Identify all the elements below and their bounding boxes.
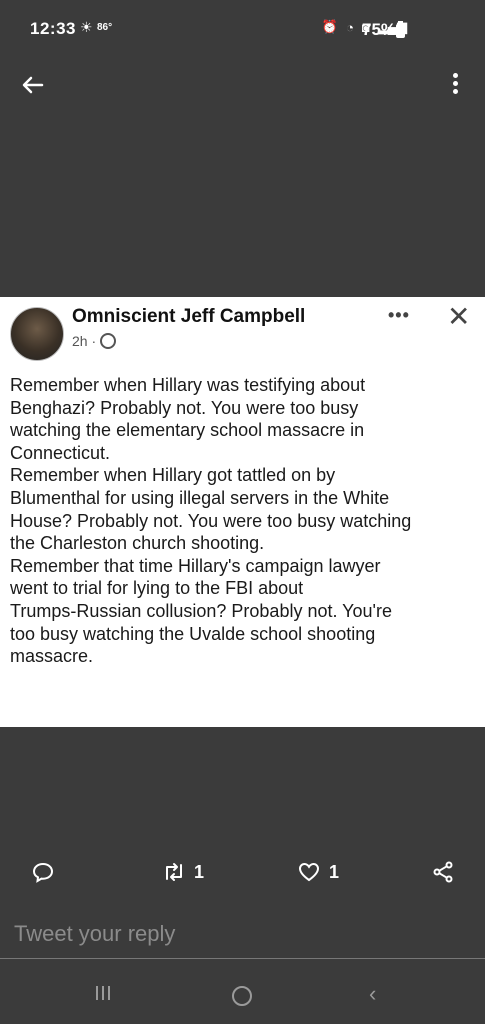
wifi-icon: ◔: [346, 19, 354, 35]
post-body: Remember when Hillary was testifying abo…: [10, 374, 475, 668]
reply-input[interactable]: Tweet your reply: [0, 912, 485, 959]
back-arrow-icon[interactable]: [18, 70, 48, 100]
close-icon: ✕: [447, 301, 471, 332]
back-button[interactable]: ‹: [369, 981, 376, 1007]
status-time: 12:33: [30, 19, 76, 38]
reply-placeholder: Tweet your reply: [14, 921, 176, 946]
tweet-actions: 1 1: [0, 860, 485, 892]
alarm-icon: ⏰: [321, 19, 339, 34]
post-line: Benghazi? Probably not. You were too bus…: [10, 397, 359, 418]
post-meta: 2h ·: [72, 333, 117, 349]
more-options-icon[interactable]: [445, 70, 465, 100]
horizontal-dots-icon: •••: [388, 305, 410, 325]
retweet-icon: [166, 863, 182, 881]
globe-icon: [100, 333, 117, 349]
status-temperature: 86°: [97, 22, 113, 33]
post-line: Remember that time Hillary's campaign la…: [10, 555, 381, 576]
reply-button[interactable]: [31, 860, 55, 884]
post-line: the Charleston church shooting.: [10, 533, 265, 554]
post-time: 2h ·: [72, 333, 97, 349]
share-button[interactable]: [431, 860, 455, 884]
post-line: too busy watching the Uvalde school shoo…: [10, 623, 376, 644]
status-bar: 12:33 ☀ 86° ⏰ ◔ ◙ ▂▄▆ 75%: [0, 0, 485, 60]
post-line: massacre.: [10, 646, 94, 667]
post-line: Connecticut.: [10, 442, 111, 463]
author-name: Omniscient Jeff Campbell: [72, 306, 306, 327]
post-line: Trumps-Russian collusion? Probably not. …: [10, 600, 392, 621]
avatar: [10, 307, 64, 361]
arrow-left-icon: [22, 76, 44, 94]
home-button[interactable]: [232, 986, 252, 1006]
battery-icon: [396, 21, 405, 38]
retweet-button[interactable]: 1: [162, 860, 204, 884]
like-count: 1: [329, 861, 340, 882]
like-button[interactable]: 1: [297, 860, 339, 884]
post-screenshot-card: Omniscient Jeff Campbell 2h · ••• ✕ Reme…: [0, 297, 485, 727]
reply-icon: [32, 862, 54, 883]
post-line: Remember when Hillary got tattled on by: [10, 465, 336, 486]
post-line: Remember when Hillary was testifying abo…: [10, 375, 366, 395]
post-line: watching the elementary school massacre …: [10, 420, 365, 441]
post-line: Blumenthal for using illegal servers in …: [10, 487, 390, 508]
retweet-count: 1: [194, 861, 205, 882]
post-line: House? Probably not. You were too busy w…: [10, 510, 412, 531]
post-line: went to trial for lying to the FBI about: [10, 578, 304, 599]
battery-percent: 75%: [362, 20, 397, 39]
share-icon: [433, 861, 453, 883]
heart-icon: [298, 862, 320, 882]
android-nav-bar: ‹: [0, 972, 485, 1024]
sun-icon: ☀: [80, 19, 93, 35]
recents-button[interactable]: [96, 986, 110, 1000]
